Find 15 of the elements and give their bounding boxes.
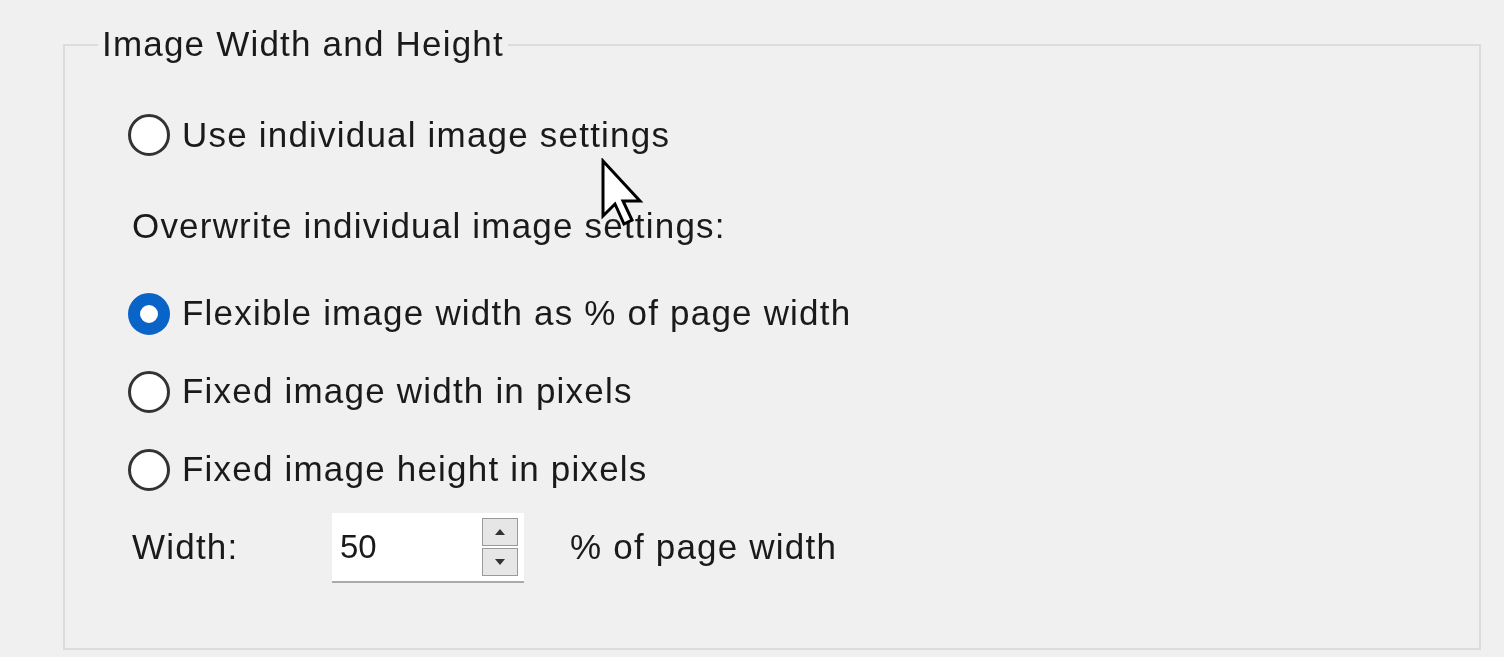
radio-label[interactable]: Flexible image width as % of page width [182,287,852,340]
radio-button[interactable] [128,448,170,491]
radio-label[interactable]: Fixed image width in pixels [182,365,633,418]
number-field[interactable]: 50 [332,512,482,583]
spin-down-button[interactable] [482,547,518,576]
radio-label[interactable]: Fixed image height in pixels [182,443,648,496]
down-arrow-icon [493,556,507,567]
radio-button[interactable] [128,292,170,335]
radio-button[interactable] [128,370,170,413]
spin-up-button[interactable] [482,517,518,546]
field-label: Width: [132,526,240,569]
radio-button[interactable] [128,114,170,156]
unit-label: % of page width [570,526,838,569]
section-label: Overwrite individual image settings: [132,205,727,247]
radio-label[interactable]: Use individual image settings [182,108,671,162]
